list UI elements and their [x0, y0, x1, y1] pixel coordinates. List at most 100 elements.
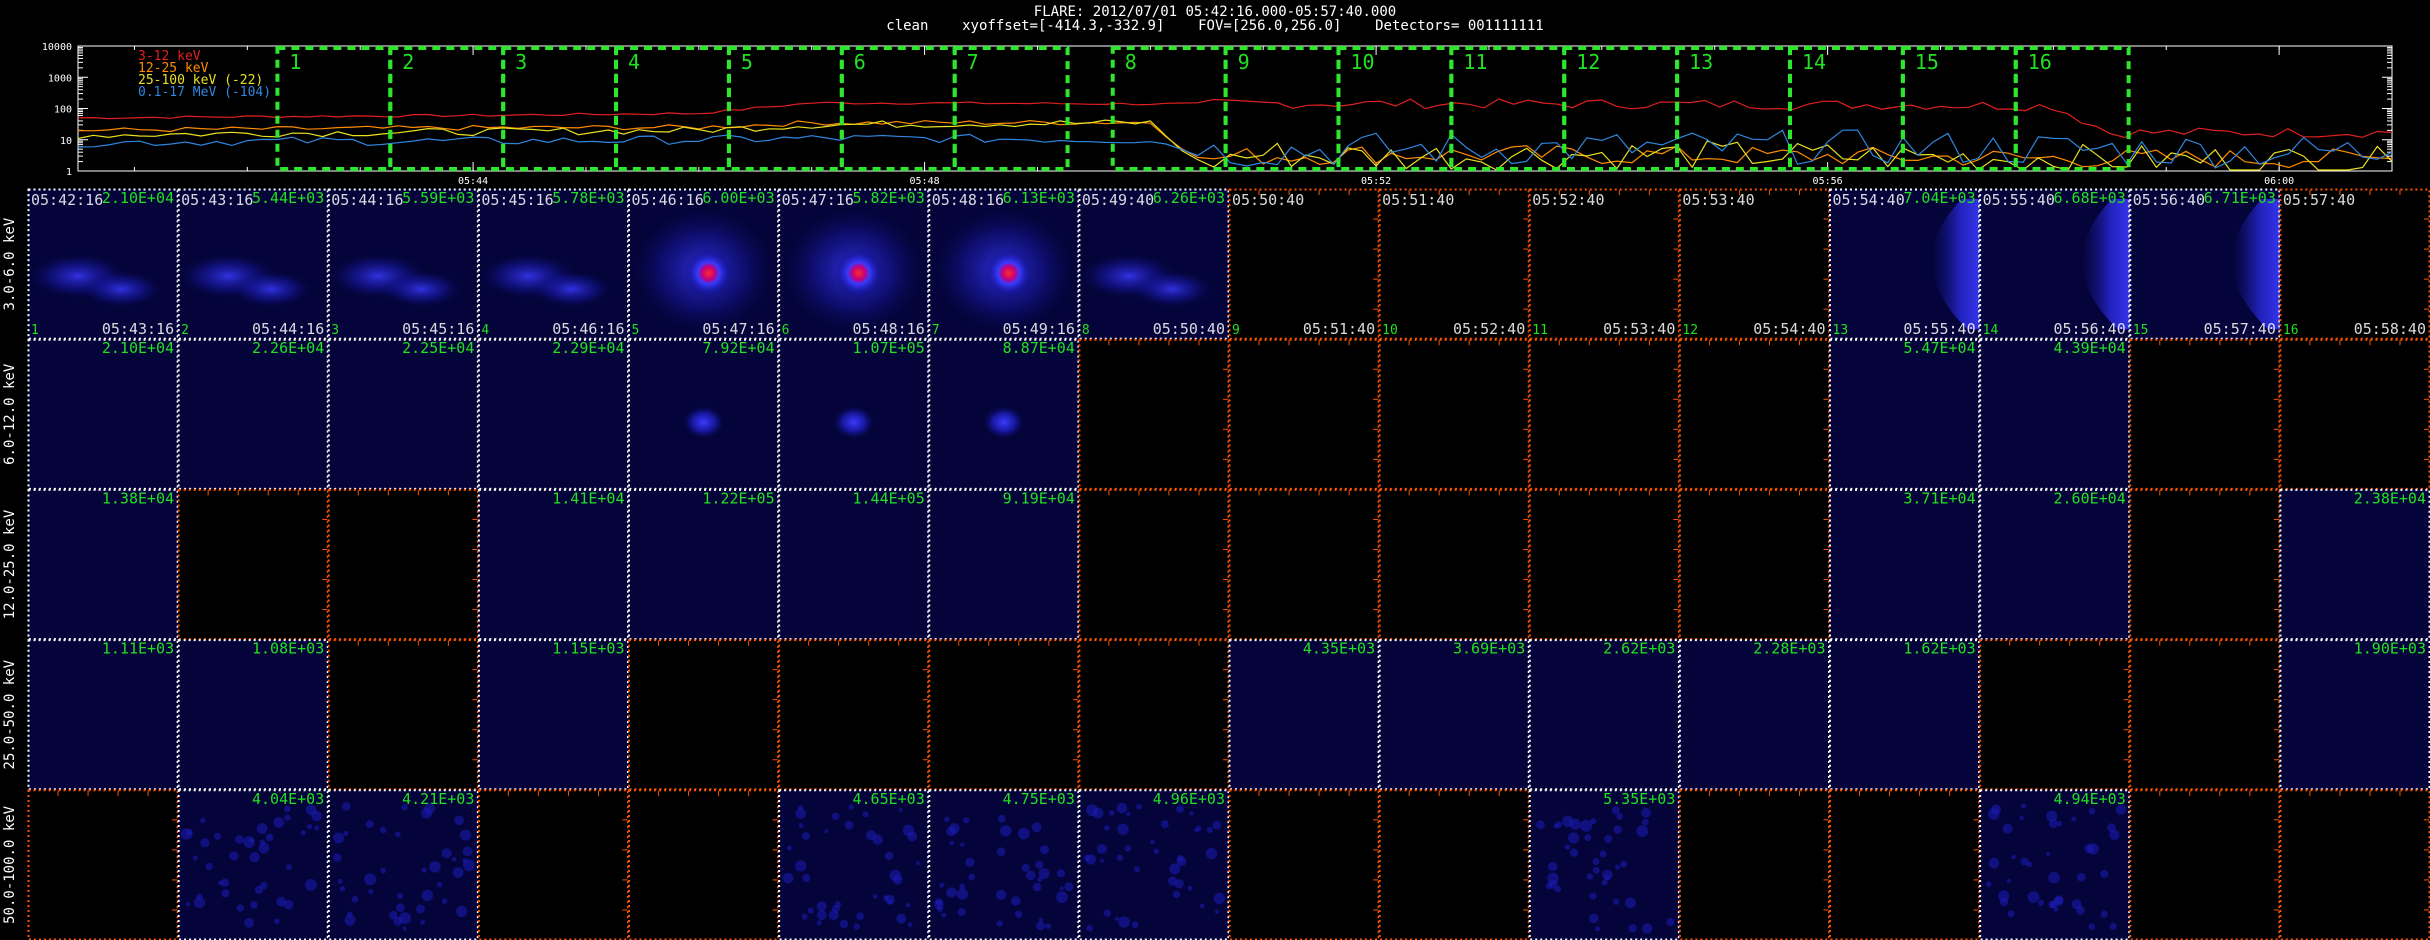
image-max-value: 2.28E+03	[1753, 640, 1825, 658]
interval-number: 4	[628, 50, 640, 74]
noise-speck	[1214, 909, 1219, 914]
image-max-value: 5.35E+03	[1603, 790, 1675, 808]
image-max-value: 1.11E+03	[102, 640, 174, 658]
image-cell	[327, 639, 479, 791]
image-cell	[928, 639, 1080, 791]
interval-end-time: 05:46:16	[552, 320, 624, 338]
image-cell: 1.44E+05	[778, 488, 930, 641]
noise-speck	[236, 904, 244, 912]
image-background	[478, 639, 629, 790]
image-max-value: 2.25E+04	[402, 339, 474, 357]
noise-speck	[2019, 815, 2024, 821]
noise-speck	[1032, 882, 1042, 892]
image-background	[2279, 489, 2430, 640]
noise-speck	[802, 873, 811, 883]
noise-speck	[1641, 923, 1653, 934]
empty-panel	[1379, 189, 1530, 340]
noise-speck	[2046, 810, 2058, 822]
image-cell	[2279, 338, 2430, 490]
noise-speck	[1131, 921, 1139, 929]
noise-speck	[941, 912, 947, 918]
noise-speck	[1999, 897, 2009, 907]
series-line	[77, 119, 2393, 171]
interval-index: 13	[1833, 323, 1849, 338]
noise-speck	[2011, 854, 2016, 860]
y-tick-label: 1000	[48, 73, 72, 84]
noise-speck	[1014, 910, 1023, 918]
noise-speck	[394, 831, 401, 838]
interval-end-time: 05:48:16	[853, 320, 925, 338]
noise-speck	[2109, 922, 2117, 930]
noise-speck	[1628, 924, 1637, 933]
x-tick-label: 05:48	[910, 176, 940, 187]
image-max-value: 5.47E+04	[1903, 339, 1975, 357]
interval-number: 5	[741, 50, 753, 74]
image-cell: 4.39E+04	[1979, 338, 2131, 490]
noise-speck	[1189, 811, 1194, 816]
noise-speck	[1153, 848, 1160, 855]
image-cell: 5.47E+04	[1829, 338, 1981, 490]
noise-speck	[379, 826, 387, 834]
interval-start-time: 05:44:16	[331, 191, 403, 209]
image-cell	[1528, 338, 1680, 490]
empty-panel	[1529, 339, 1680, 490]
image-cell: 2.25E+04	[327, 338, 479, 490]
noise-speck	[883, 895, 890, 901]
noise-speck	[892, 875, 903, 885]
interval-number: 3	[515, 50, 527, 74]
energy-band-label: 50.0-100.0 keV	[2, 805, 18, 924]
noise-speck	[2071, 899, 2082, 910]
noise-speck	[441, 848, 452, 859]
noise-speck	[186, 829, 193, 836]
image-cell	[1678, 789, 1830, 940]
noise-speck	[2071, 816, 2077, 822]
empty-panel	[2129, 339, 2280, 490]
image-cell: 4.35E+03	[1228, 639, 1380, 791]
empty-panel	[1078, 339, 1229, 490]
noise-speck	[2109, 829, 2120, 840]
image-cell: 05:51:40 05:52:40 10	[1378, 188, 1530, 340]
image-cell: 1.62E+03	[1829, 639, 1981, 791]
image-cell: 4.75E+03	[928, 789, 1080, 940]
interval-index: 9	[1232, 323, 1240, 338]
interval-start-time: 05:54:40	[1833, 191, 1905, 209]
image-cell: 3.69E+03	[1378, 639, 1530, 791]
noise-speck	[1040, 845, 1049, 855]
noise-speck	[2002, 823, 2013, 834]
noise-speck	[229, 851, 239, 861]
noise-speck	[305, 879, 317, 891]
noise-speck	[1586, 873, 1594, 880]
empty-panel	[2279, 789, 2430, 940]
image-max-value: 5.59E+03	[402, 189, 474, 207]
noise-speck	[1118, 916, 1130, 928]
image-cell	[1378, 789, 1530, 940]
noise-speck	[1064, 882, 1074, 892]
image-cell: 4.94E+03	[1979, 789, 2131, 940]
interval-number: 2	[402, 50, 414, 74]
image-cell	[1528, 488, 1680, 641]
noise-speck	[795, 860, 807, 872]
noise-speck	[1589, 892, 1597, 900]
noise-speck	[397, 892, 404, 900]
image-cell: 1.22E+05	[628, 488, 780, 641]
noise-speck	[856, 912, 865, 921]
image-cell: 6.13E+0305:48:16 05:49:16 7	[928, 188, 1080, 340]
noise-speck	[218, 880, 224, 886]
y-tick-label: 10000	[42, 42, 72, 53]
noise-speck	[214, 832, 222, 840]
image-cell: 6.71E+0305:56:40 05:57:40 15	[2129, 188, 2281, 340]
emission-source	[683, 406, 724, 439]
interval-end-time: 05:50:40	[1153, 320, 1225, 338]
interval-number: 9	[1238, 50, 1250, 74]
noise-speck	[944, 816, 950, 823]
noise-speck	[193, 896, 206, 909]
empty-panel	[1229, 489, 1380, 640]
noise-speck	[274, 918, 280, 924]
noise-speck	[1103, 909, 1112, 917]
image-background	[28, 639, 179, 790]
image-cell: 6.00E+0305:46:16 05:47:16 5	[628, 188, 780, 340]
noise-speck	[959, 883, 966, 890]
image-cell	[327, 488, 479, 641]
interval-index: 3	[331, 323, 339, 338]
image-cell: 05:57:40 05:58:40 16	[2279, 188, 2430, 340]
